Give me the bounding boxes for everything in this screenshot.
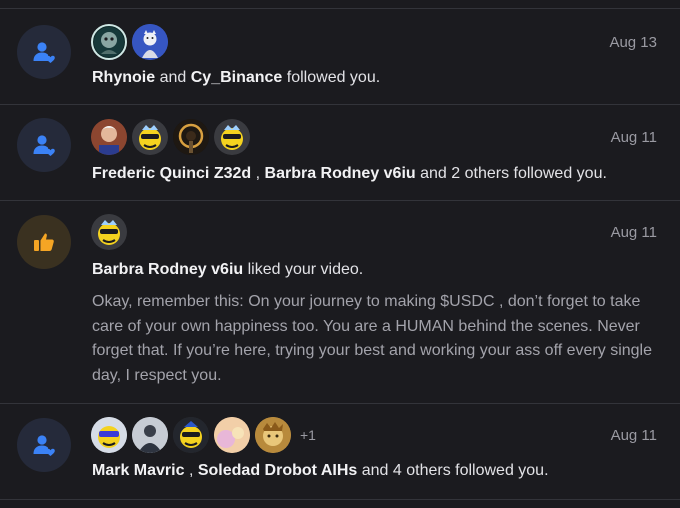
follow-notification-badge bbox=[17, 25, 71, 79]
follow-notification-badge bbox=[17, 118, 71, 172]
thumbs-up-icon bbox=[34, 233, 54, 251]
separator-text: , bbox=[188, 462, 194, 479]
person-add-icon bbox=[33, 135, 55, 156]
action-text: liked your video. bbox=[247, 261, 364, 278]
avatar[interactable] bbox=[91, 119, 127, 155]
divider bbox=[0, 499, 680, 500]
user-name[interactable]: Soledad Drobot AIHs bbox=[198, 462, 357, 479]
like-notification-badge bbox=[17, 215, 71, 269]
avatar[interactable] bbox=[173, 417, 209, 453]
separator-text: and bbox=[159, 69, 187, 86]
follow-notification-badge bbox=[17, 418, 71, 472]
notification-date: Aug 13 bbox=[609, 34, 657, 51]
follower-avatars bbox=[91, 24, 173, 60]
avatar[interactable] bbox=[132, 119, 168, 155]
notification-feed: Aug 13 Rhynoie and Cy_Binance followed y… bbox=[0, 0, 680, 508]
notification-item[interactable]: Aug 11 Barbra Rodney v6iu liked your vid… bbox=[0, 201, 680, 403]
follower-avatars bbox=[91, 119, 255, 155]
action-text: and 4 others followed you. bbox=[361, 462, 549, 479]
follower-avatars: +1 bbox=[91, 417, 316, 453]
avatar[interactable] bbox=[91, 24, 127, 60]
notification-text: Rhynoie and Cy_Binance followed you. bbox=[92, 69, 380, 87]
liker-avatars bbox=[91, 214, 132, 250]
notification-item[interactable]: Aug 13 Rhynoie and Cy_Binance followed y… bbox=[0, 9, 680, 104]
avatar[interactable] bbox=[132, 24, 168, 60]
more-followers-count: +1 bbox=[300, 427, 316, 443]
avatar[interactable] bbox=[91, 214, 127, 250]
user-name[interactable]: Mark Mavric bbox=[92, 462, 185, 479]
user-name[interactable]: Rhynoie bbox=[92, 69, 155, 86]
person-add-icon bbox=[33, 42, 55, 63]
action-text: and 2 others followed you. bbox=[420, 165, 607, 182]
notification-text: Barbra Rodney v6iu liked your video. bbox=[92, 261, 363, 279]
user-name[interactable]: Barbra Rodney v6iu bbox=[92, 261, 243, 278]
avatar[interactable] bbox=[91, 417, 127, 453]
separator-text: , bbox=[255, 165, 261, 182]
avatar[interactable] bbox=[173, 119, 209, 155]
notification-text: Frederic Quinci Z32d , Barbra Rodney v6i… bbox=[92, 165, 607, 183]
notification-date: Aug 11 bbox=[610, 427, 657, 444]
avatar[interactable] bbox=[255, 417, 291, 453]
comment-text: Okay, remember this: On your journey to … bbox=[92, 293, 652, 384]
notification-text: Mark Mavric , Soledad Drobot AIHs and 4 … bbox=[92, 462, 549, 480]
notification-date: Aug 11 bbox=[610, 129, 657, 146]
notification-date: Aug 11 bbox=[610, 224, 657, 241]
avatar[interactable] bbox=[214, 417, 250, 453]
user-name[interactable]: Frederic Quinci Z32d bbox=[92, 165, 251, 182]
action-text: followed you. bbox=[286, 69, 381, 86]
notification-item[interactable]: Aug 11 Frederic Quinci Z32d , Barbra Rod… bbox=[0, 105, 680, 200]
avatar[interactable] bbox=[132, 417, 168, 453]
person-add-icon bbox=[33, 435, 55, 456]
user-name[interactable]: Cy_Binance bbox=[191, 69, 283, 86]
notification-item[interactable]: +1 Aug 11 Mark Mavric , Soledad Drobot A… bbox=[0, 404, 680, 499]
user-name[interactable]: Barbra Rodney v6iu bbox=[265, 165, 416, 182]
avatar[interactable] bbox=[214, 119, 250, 155]
